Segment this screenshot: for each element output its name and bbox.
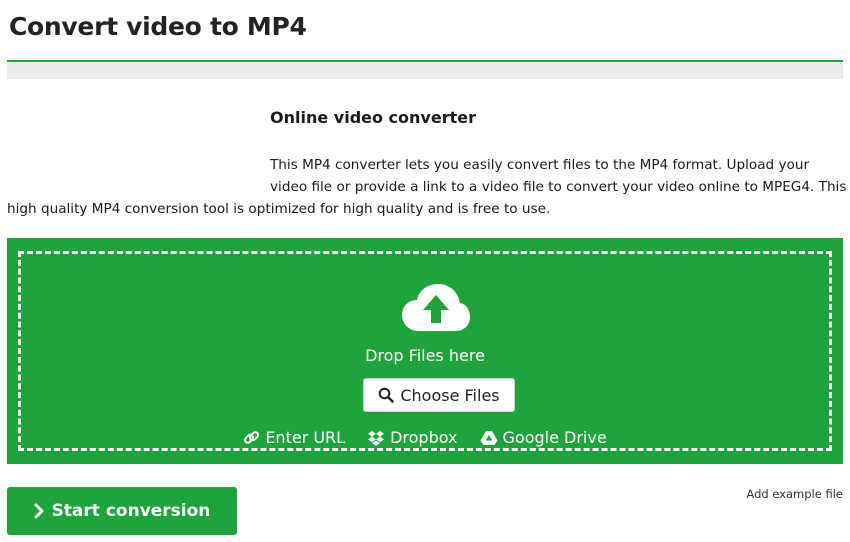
intro-text-block: This MP4 converter lets you easily conve… bbox=[7, 154, 847, 220]
start-conversion-button[interactable]: Start conversion bbox=[7, 487, 237, 535]
choose-files-label: Choose Files bbox=[400, 385, 500, 405]
dropbox-icon bbox=[368, 430, 385, 446]
dropbox-button[interactable]: Dropbox bbox=[367, 428, 458, 447]
search-icon bbox=[379, 387, 395, 403]
start-conversion-label: Start conversion bbox=[51, 501, 211, 521]
dropbox-label: Dropbox bbox=[390, 428, 458, 447]
cloud-upload-icon bbox=[402, 284, 470, 331]
enter-url-label: Enter URL bbox=[265, 428, 346, 447]
google-drive-button[interactable]: Google Drive bbox=[480, 428, 607, 447]
upload-sources: Enter URL Dropbox Google Drive bbox=[21, 428, 829, 447]
google-drive-label: Google Drive bbox=[502, 428, 607, 447]
link-icon bbox=[244, 431, 260, 444]
dropzone-dashed-border: Drop Files here Choose Files Enter URL D… bbox=[18, 251, 832, 451]
page-title: Convert video to MP4 bbox=[9, 12, 307, 41]
title-band bbox=[7, 62, 843, 79]
enter-url-button[interactable]: Enter URL bbox=[243, 428, 345, 447]
add-example-file-link[interactable]: Add example file bbox=[746, 487, 843, 501]
choose-files-button[interactable]: Choose Files bbox=[363, 378, 515, 412]
section-heading: Online video converter bbox=[270, 108, 476, 127]
file-dropzone[interactable]: Drop Files here Choose Files Enter URL D… bbox=[7, 238, 843, 464]
drop-files-label: Drop Files here bbox=[365, 346, 485, 365]
google-drive-icon bbox=[480, 430, 498, 445]
layout-spacer bbox=[7, 154, 270, 198]
chevron-right-icon bbox=[34, 503, 44, 519]
